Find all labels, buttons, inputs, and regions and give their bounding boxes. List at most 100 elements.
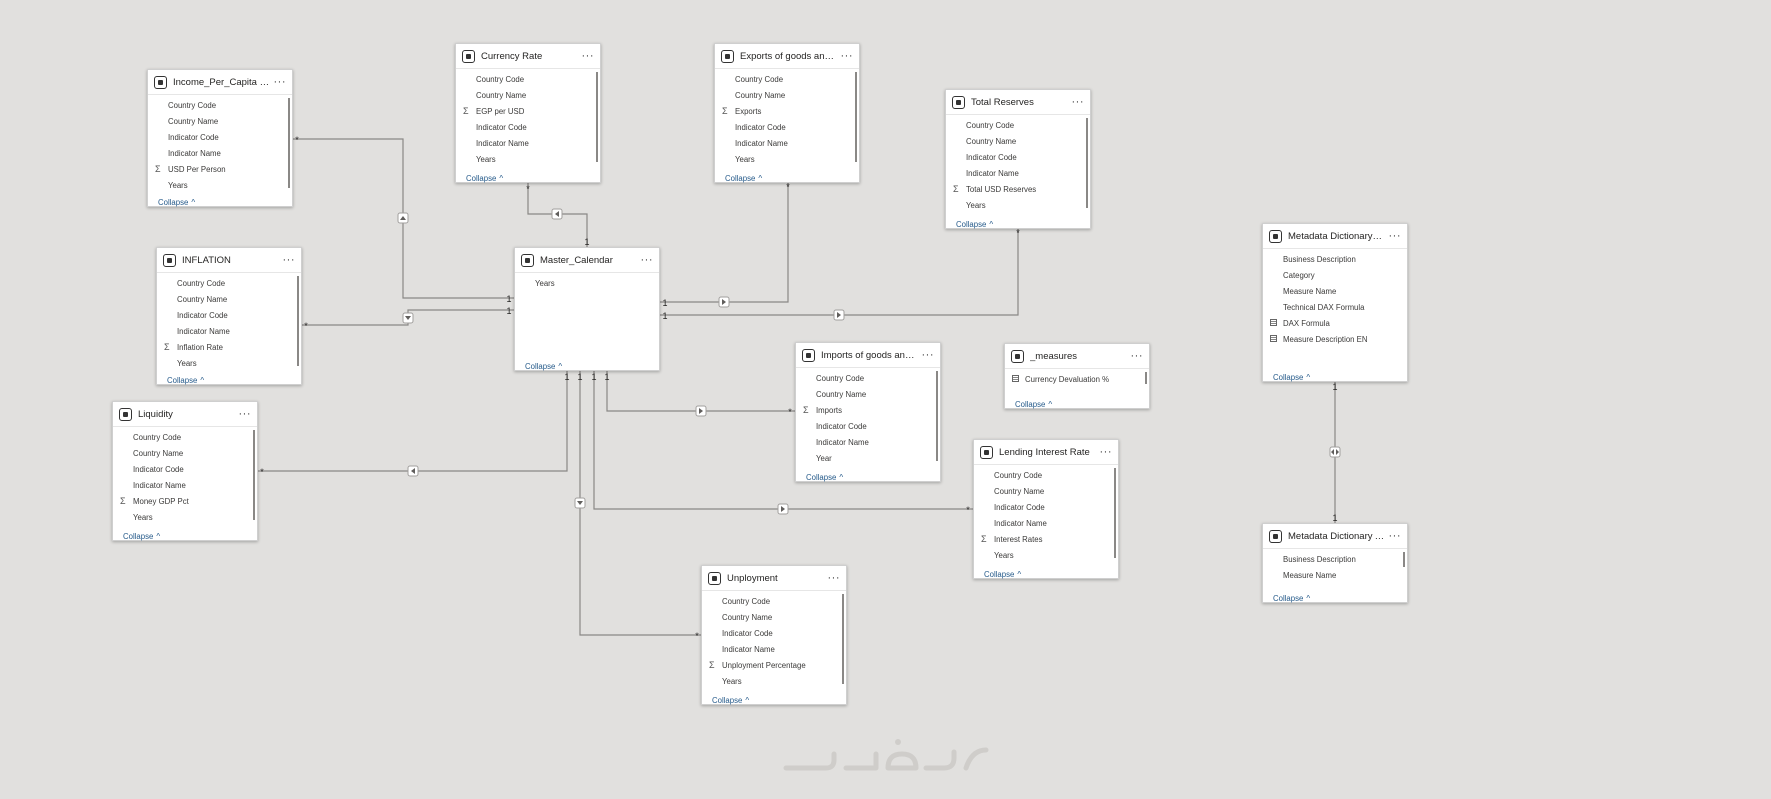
- scrollbar[interactable]: [1114, 468, 1116, 558]
- field-list[interactable]: Country Code Country Name Indicator Code In…: [157, 273, 301, 372]
- field-list[interactable]: Country Code Country Name Indicator Code In…: [113, 427, 257, 528]
- field-row[interactable]: Σ EGP per USD: [456, 103, 600, 119]
- field-row[interactable]: Σ Money GDP Pct: [113, 493, 257, 509]
- table-card-imports[interactable]: Imports of goods and s... ··· Country Code…: [795, 342, 941, 482]
- more-options-icon[interactable]: ···: [837, 51, 854, 62]
- field-row[interactable]: Indicator Code: [148, 129, 292, 145]
- more-options-icon[interactable]: ···: [1096, 447, 1113, 458]
- field-row[interactable]: Country Name: [148, 113, 292, 129]
- table-header[interactable]: Metadata Dictionary AR ···: [1263, 524, 1407, 549]
- field-row[interactable]: Indicator Name: [974, 515, 1118, 531]
- more-options-icon[interactable]: ···: [1127, 351, 1144, 362]
- table-card-exports[interactable]: Exports of goods and s... ··· Country Code…: [714, 43, 860, 183]
- field-row[interactable]: Σ Imports: [796, 402, 940, 418]
- collapse-button[interactable]: Collapse ^: [515, 358, 659, 373]
- relationship-line-imports[interactable]: [606, 371, 795, 412]
- field-row[interactable]: Measure Name: [1263, 567, 1407, 583]
- field-row[interactable]: Year: [796, 450, 940, 466]
- collapse-button[interactable]: Collapse ^: [1005, 396, 1149, 411]
- field-row[interactable]: Indicator Name: [113, 477, 257, 493]
- relationship-line-liquidity[interactable]: [258, 371, 568, 472]
- field-row[interactable]: Years: [148, 177, 292, 193]
- scrollbar[interactable]: [842, 594, 844, 684]
- collapse-button[interactable]: Collapse ^: [715, 170, 859, 185]
- scrollbar[interactable]: [297, 276, 299, 366]
- field-row[interactable]: Country Code: [113, 429, 257, 445]
- collapse-button[interactable]: Collapse ^: [456, 170, 600, 185]
- table-header[interactable]: Master_Calendar ···: [515, 248, 659, 273]
- field-row[interactable]: Technical DAX Formula: [1263, 299, 1407, 315]
- more-options-icon[interactable]: ···: [235, 409, 252, 420]
- collapse-button[interactable]: Collapse ^: [1263, 369, 1407, 384]
- field-row[interactable]: Years: [702, 673, 846, 689]
- table-header[interactable]: Exports of goods and s... ···: [715, 44, 859, 69]
- field-row[interactable]: Country Code: [715, 71, 859, 87]
- field-row[interactable]: Years: [157, 355, 301, 371]
- model-canvas[interactable]: * 1 * 1 * 1 1 * 1 * * 1 1 * 1 * 1 * 1 1 Income_Per_Capita (…: [0, 0, 1771, 799]
- field-row[interactable]: Measure Description EN: [1263, 331, 1407, 347]
- field-row[interactable]: Country Name: [157, 291, 301, 307]
- collapse-button[interactable]: Collapse ^: [702, 692, 846, 707]
- table-header[interactable]: Unployment ···: [702, 566, 846, 591]
- field-row[interactable]: Years: [715, 151, 859, 167]
- field-row[interactable]: Country Name: [796, 386, 940, 402]
- field-row[interactable]: Years: [515, 275, 659, 291]
- field-row[interactable]: Country Code: [148, 97, 292, 113]
- field-row[interactable]: Years: [974, 547, 1118, 563]
- table-card-liquidity[interactable]: Liquidity ··· Country Code Country Name Indi…: [112, 401, 258, 541]
- field-row[interactable]: Indicator Name: [796, 434, 940, 450]
- field-row[interactable]: Country Name: [946, 133, 1090, 149]
- collapse-button[interactable]: Collapse ^: [796, 469, 940, 484]
- field-list[interactable]: Currency Devaluation %: [1005, 369, 1149, 396]
- field-row[interactable]: Country Code: [946, 117, 1090, 133]
- table-header[interactable]: Currency Rate ···: [456, 44, 600, 69]
- scrollbar[interactable]: [253, 430, 255, 520]
- field-row[interactable]: Indicator Code: [456, 119, 600, 135]
- field-row[interactable]: Indicator Name: [715, 135, 859, 151]
- scrollbar[interactable]: [1145, 372, 1147, 384]
- scrollbar[interactable]: [596, 72, 598, 162]
- field-row[interactable]: Σ Inflation Rate: [157, 339, 301, 355]
- field-list[interactable]: Country Code Country Name Indicator Code In…: [946, 115, 1090, 216]
- table-header[interactable]: Imports of goods and s... ···: [796, 343, 940, 368]
- table-card-meta-en[interactable]: Metadata Dictionary EN ··· Business Descri…: [1262, 223, 1408, 382]
- field-list[interactable]: Country Code Country Name Σ Exports Indicato…: [715, 69, 859, 170]
- field-list[interactable]: Country Code Country Name Indicator Code In…: [148, 95, 292, 194]
- field-list[interactable]: Business Description Measure Name: [1263, 549, 1407, 590]
- field-list[interactable]: Country Code Country Name Indicator Code In…: [974, 465, 1118, 566]
- table-header[interactable]: Lending Interest Rate ···: [974, 440, 1118, 465]
- field-row[interactable]: Country Name: [456, 87, 600, 103]
- field-row[interactable]: Σ Unployment Percentage: [702, 657, 846, 673]
- field-row[interactable]: Years: [946, 197, 1090, 213]
- table-header[interactable]: Income_Per_Capita (USD)···: [148, 70, 292, 95]
- field-row[interactable]: Country Code: [702, 593, 846, 609]
- table-card-unployment[interactable]: Unployment ··· Country Code Country Name Ind…: [701, 565, 847, 705]
- collapse-button[interactable]: Collapse ^: [113, 528, 257, 543]
- field-row[interactable]: Measure Name: [1263, 283, 1407, 299]
- field-row[interactable]: Country Name: [702, 609, 846, 625]
- more-options-icon[interactable]: ···: [824, 573, 841, 584]
- field-row[interactable]: Indicator Code: [113, 461, 257, 477]
- collapse-button[interactable]: Collapse ^: [148, 194, 292, 209]
- field-row[interactable]: Σ Interest Rates: [974, 531, 1118, 547]
- table-card-calendar[interactable]: Master_Calendar ··· Years Collapse ^: [514, 247, 660, 371]
- more-options-icon[interactable]: ···: [637, 255, 654, 266]
- field-list[interactable]: Country Code Country Name Indicator Code In…: [702, 591, 846, 692]
- more-options-icon[interactable]: ···: [1385, 231, 1402, 242]
- field-row[interactable]: Indicator Code: [715, 119, 859, 135]
- field-row[interactable]: Country Name: [974, 483, 1118, 499]
- scrollbar[interactable]: [288, 98, 290, 188]
- scrollbar[interactable]: [1403, 552, 1405, 567]
- field-row[interactable]: Country Code: [157, 275, 301, 291]
- field-row[interactable]: Indicator Code: [157, 307, 301, 323]
- field-row[interactable]: Σ Exports: [715, 103, 859, 119]
- field-row[interactable]: Years: [113, 509, 257, 525]
- table-header[interactable]: Liquidity ···: [113, 402, 257, 427]
- scrollbar[interactable]: [936, 371, 938, 461]
- field-row[interactable]: Business Description: [1263, 251, 1407, 267]
- field-row[interactable]: Indicator Code: [974, 499, 1118, 515]
- field-row[interactable]: DAX Formula: [1263, 315, 1407, 331]
- field-row[interactable]: Indicator Code: [946, 149, 1090, 165]
- table-card-currency[interactable]: Currency Rate ··· Country Code Country Name…: [455, 43, 601, 183]
- field-row[interactable]: Indicator Name: [456, 135, 600, 151]
